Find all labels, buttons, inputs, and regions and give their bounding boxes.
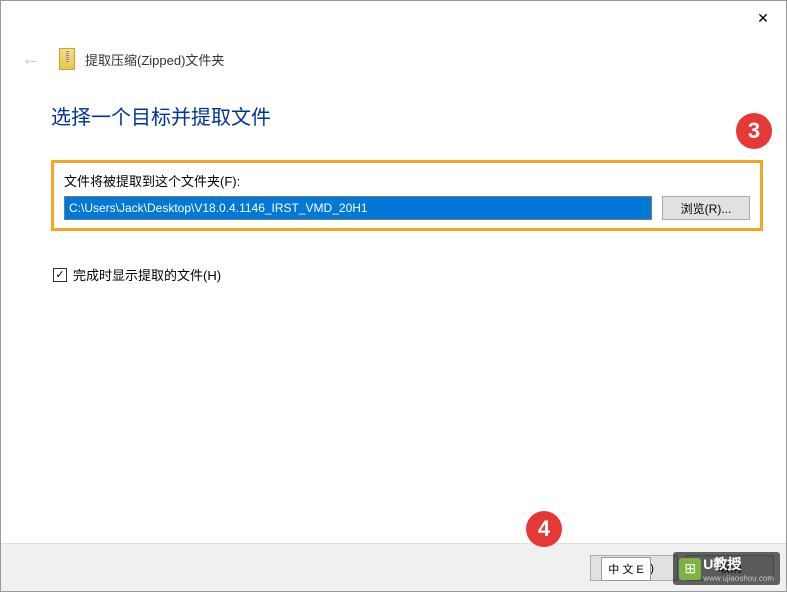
show-files-checkbox[interactable]: ✓ bbox=[53, 268, 67, 282]
destination-row: 浏览(R)... bbox=[64, 196, 750, 220]
wizard-title: 提取压缩(Zipped)文件夹 bbox=[85, 50, 224, 69]
back-arrow-icon: ← bbox=[19, 48, 43, 71]
close-button[interactable]: ✕ bbox=[740, 5, 786, 31]
annotation-badge-3: 3 bbox=[736, 113, 772, 149]
checkmark-icon: ✓ bbox=[55, 268, 64, 281]
page-heading: 选择一个目标并提取文件 bbox=[51, 101, 766, 130]
destination-label: 文件将被提取到这个文件夹(F): bbox=[64, 171, 750, 190]
show-files-label: 完成时显示提取的文件(H) bbox=[73, 265, 221, 284]
close-icon: ✕ bbox=[757, 10, 769, 27]
zip-folder-icon bbox=[59, 48, 75, 70]
content-area: 选择一个目标并提取文件 文件将被提取到这个文件夹(F): 浏览(R)... ✓ … bbox=[51, 101, 766, 284]
annotation-badge-4: 4 bbox=[526, 511, 562, 547]
wizard-footer: 提取(E) 取消 bbox=[1, 543, 786, 591]
wizard-header: ← 提取压缩(Zipped)文件夹 bbox=[1, 39, 786, 79]
watermark-url: www.ujiaoshou.com bbox=[703, 574, 774, 583]
watermark-logo-icon: ⊞ bbox=[679, 558, 701, 580]
watermark-brand: U教授 bbox=[703, 554, 774, 574]
ime-indicator: 中 文 E bbox=[601, 557, 651, 581]
show-files-checkbox-row: ✓ 完成时显示提取的文件(H) bbox=[51, 265, 766, 284]
titlebar: ✕ bbox=[1, 1, 786, 31]
watermark: ⊞ U教授 www.ujiaoshou.com bbox=[673, 552, 780, 585]
destination-path-input[interactable] bbox=[64, 196, 652, 220]
destination-section: 文件将被提取到这个文件夹(F): 浏览(R)... bbox=[51, 160, 763, 231]
browse-button[interactable]: 浏览(R)... bbox=[662, 196, 750, 220]
